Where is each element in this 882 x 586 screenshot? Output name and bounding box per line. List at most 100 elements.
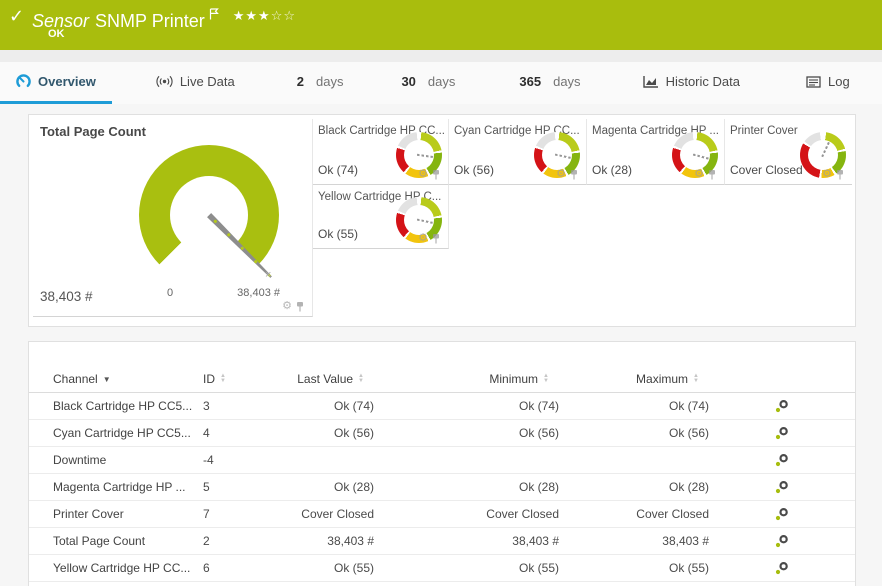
channel-maximum: Ok (56) [559, 420, 709, 447]
channel-last-value: Ok (55) [273, 555, 374, 582]
flag-icon[interactable] [209, 4, 219, 25]
gauge-tile-cyan-cartridge: Cyan Cartridge HP CC... Ok (56) ⚙ [449, 119, 587, 185]
pin-icon[interactable] [432, 233, 440, 244]
channel-settings-icon [775, 399, 789, 413]
gauge-tile-printer-cover: Printer Cover Cover Closed ⚙ [725, 119, 852, 185]
gauge-title: Total Page Count [40, 124, 146, 139]
channel-minimum: 38,403 # [374, 528, 559, 555]
channel-minimum: Ok (55) [374, 555, 559, 582]
gauge-tile-black-cartridge: Black Cartridge HP CC... Ok (74) ⚙ [313, 119, 449, 185]
channel-last-value [273, 447, 374, 474]
pin-icon[interactable] [296, 301, 304, 312]
channel-settings-icon [775, 453, 789, 467]
tab-live-data[interactable]: Live Data [140, 62, 251, 104]
channel-maximum: Cover Closed [559, 501, 709, 528]
channel-name-link[interactable]: Cyan Cartridge HP CC5... [53, 420, 203, 447]
channel-id: 7 [203, 501, 273, 528]
sort-icon: ▲▼ [220, 374, 226, 384]
gauge-needle [821, 142, 830, 157]
pin-icon[interactable] [570, 169, 578, 180]
channel-settings-button[interactable] [709, 447, 855, 474]
gauge-value: 38,403 # [40, 289, 93, 304]
gauge-value: Ok (56) [454, 163, 494, 177]
channel-last-value: Ok (74) [273, 393, 374, 420]
channel-name-link[interactable]: Black Cartridge HP CC5... [53, 393, 203, 420]
channel-id: 5 [203, 474, 273, 501]
column-header-last-value[interactable]: Last Value▲▼ [273, 366, 374, 393]
channel-last-value: Ok (28) [273, 474, 374, 501]
channel-settings-button[interactable] [709, 528, 855, 555]
sensor-name: SNMP Printer [95, 11, 205, 31]
gauge-value: Ok (28) [592, 163, 632, 177]
channel-settings-icon [775, 426, 789, 440]
column-header-channel[interactable]: Channel▼ [53, 366, 203, 393]
gauge-settings-gear-icon[interactable]: ⚙ [418, 233, 428, 244]
gauge-needle [693, 154, 709, 160]
channel-settings-icon [775, 507, 789, 521]
tab-365-days[interactable]: 365days [503, 62, 596, 104]
column-header-maximum[interactable]: Maximum▲▼ [559, 366, 709, 393]
channel-minimum: Ok (74) [374, 393, 559, 420]
gauge-tile-total-page-count: Total Page Count × 0 38,403 # 38,403 # ⚙ [33, 119, 313, 317]
tab-historic-data[interactable]: Historic Data [627, 62, 756, 104]
channel-settings-button[interactable] [709, 474, 855, 501]
page-title: SensorSNMP Printer★★★☆☆ [32, 4, 296, 32]
channel-table: Channel▼ ID▲▼ Last Value▲▼ Minimum▲▼ Max… [29, 366, 855, 582]
gauge-needle [417, 219, 433, 224]
channel-name-link[interactable]: Downtime [53, 447, 203, 474]
banner-divider [0, 50, 882, 62]
gauge-value: Cover Closed [730, 163, 803, 177]
gauge-tile-yellow-cartridge: Yellow Cartridge HP C... Ok (55) ⚙ [313, 185, 449, 249]
channel-id: 4 [203, 420, 273, 447]
tab-2-days[interactable]: 2days [281, 62, 360, 104]
gauge-settings-gear-icon[interactable]: ⚙ [694, 169, 704, 180]
channel-minimum: Ok (56) [374, 420, 559, 447]
gauge-icon [16, 74, 31, 89]
channel-id: 3 [203, 393, 273, 420]
gauge-needle [555, 154, 571, 159]
live-data-icon [156, 75, 173, 88]
channel-name-link[interactable]: Printer Cover [53, 501, 203, 528]
channel-minimum: Ok (28) [374, 474, 559, 501]
status-ok-check-icon: ✓ [9, 6, 24, 27]
tab-overview[interactable]: Overview [0, 62, 112, 104]
column-header-minimum[interactable]: Minimum▲▼ [374, 366, 559, 393]
status-badge: OK [48, 28, 65, 40]
tab-log[interactable]: Log [790, 62, 866, 104]
pin-icon[interactable] [708, 169, 716, 180]
gauge-settings-gear-icon[interactable]: ⚙ [282, 301, 292, 312]
priority-stars[interactable]: ★★★☆☆ [233, 8, 296, 24]
sort-desc-icon: ▼ [103, 375, 111, 384]
channel-last-value: 38,403 # [273, 528, 374, 555]
channel-settings-button[interactable] [709, 555, 855, 582]
pin-icon[interactable] [836, 169, 844, 180]
total-page-count-gauge [139, 145, 279, 285]
channel-minimum: Cover Closed [374, 501, 559, 528]
tab-30-days[interactable]: 30days [385, 62, 471, 104]
channel-id: -4 [203, 447, 273, 474]
channel-name-link[interactable]: Total Page Count [53, 528, 203, 555]
channel-maximum: Ok (74) [559, 393, 709, 420]
channel-settings-button[interactable] [709, 501, 855, 528]
sort-icon: ▲▼ [358, 374, 364, 384]
gauge-settings-gear-icon[interactable]: ⚙ [556, 169, 566, 180]
channel-maximum: 38,403 # [559, 528, 709, 555]
gauge-value: Ok (55) [318, 227, 358, 241]
gauges-panel: Total Page Count × 0 38,403 # 38,403 # ⚙… [28, 114, 856, 327]
channel-last-value: Ok (56) [273, 420, 374, 447]
channel-settings-button[interactable] [709, 393, 855, 420]
channel-table-panel: Channel▼ ID▲▼ Last Value▲▼ Minimum▲▼ Max… [28, 341, 856, 586]
channel-settings-button[interactable] [709, 420, 855, 447]
channel-settings-icon [775, 561, 789, 575]
sensor-banner: ✓ SensorSNMP Printer★★★☆☆ OK [0, 0, 882, 50]
gauge-tile-magenta-cartridge: Magenta Cartridge HP ... Ok (28) ⚙ [587, 119, 725, 185]
channel-name-link[interactable]: Yellow Cartridge HP CC... [53, 555, 203, 582]
channel-last-value: Cover Closed [273, 501, 374, 528]
channel-name-link[interactable]: Magenta Cartridge HP ... [53, 474, 203, 501]
gauge-settings-gear-icon[interactable]: ⚙ [418, 169, 428, 180]
channel-maximum: Ok (55) [559, 555, 709, 582]
column-header-id[interactable]: ID▲▼ [203, 366, 273, 393]
pin-icon[interactable] [432, 169, 440, 180]
gauge-title: Printer Cover [730, 125, 798, 137]
gauge-settings-gear-icon[interactable]: ⚙ [822, 169, 832, 180]
